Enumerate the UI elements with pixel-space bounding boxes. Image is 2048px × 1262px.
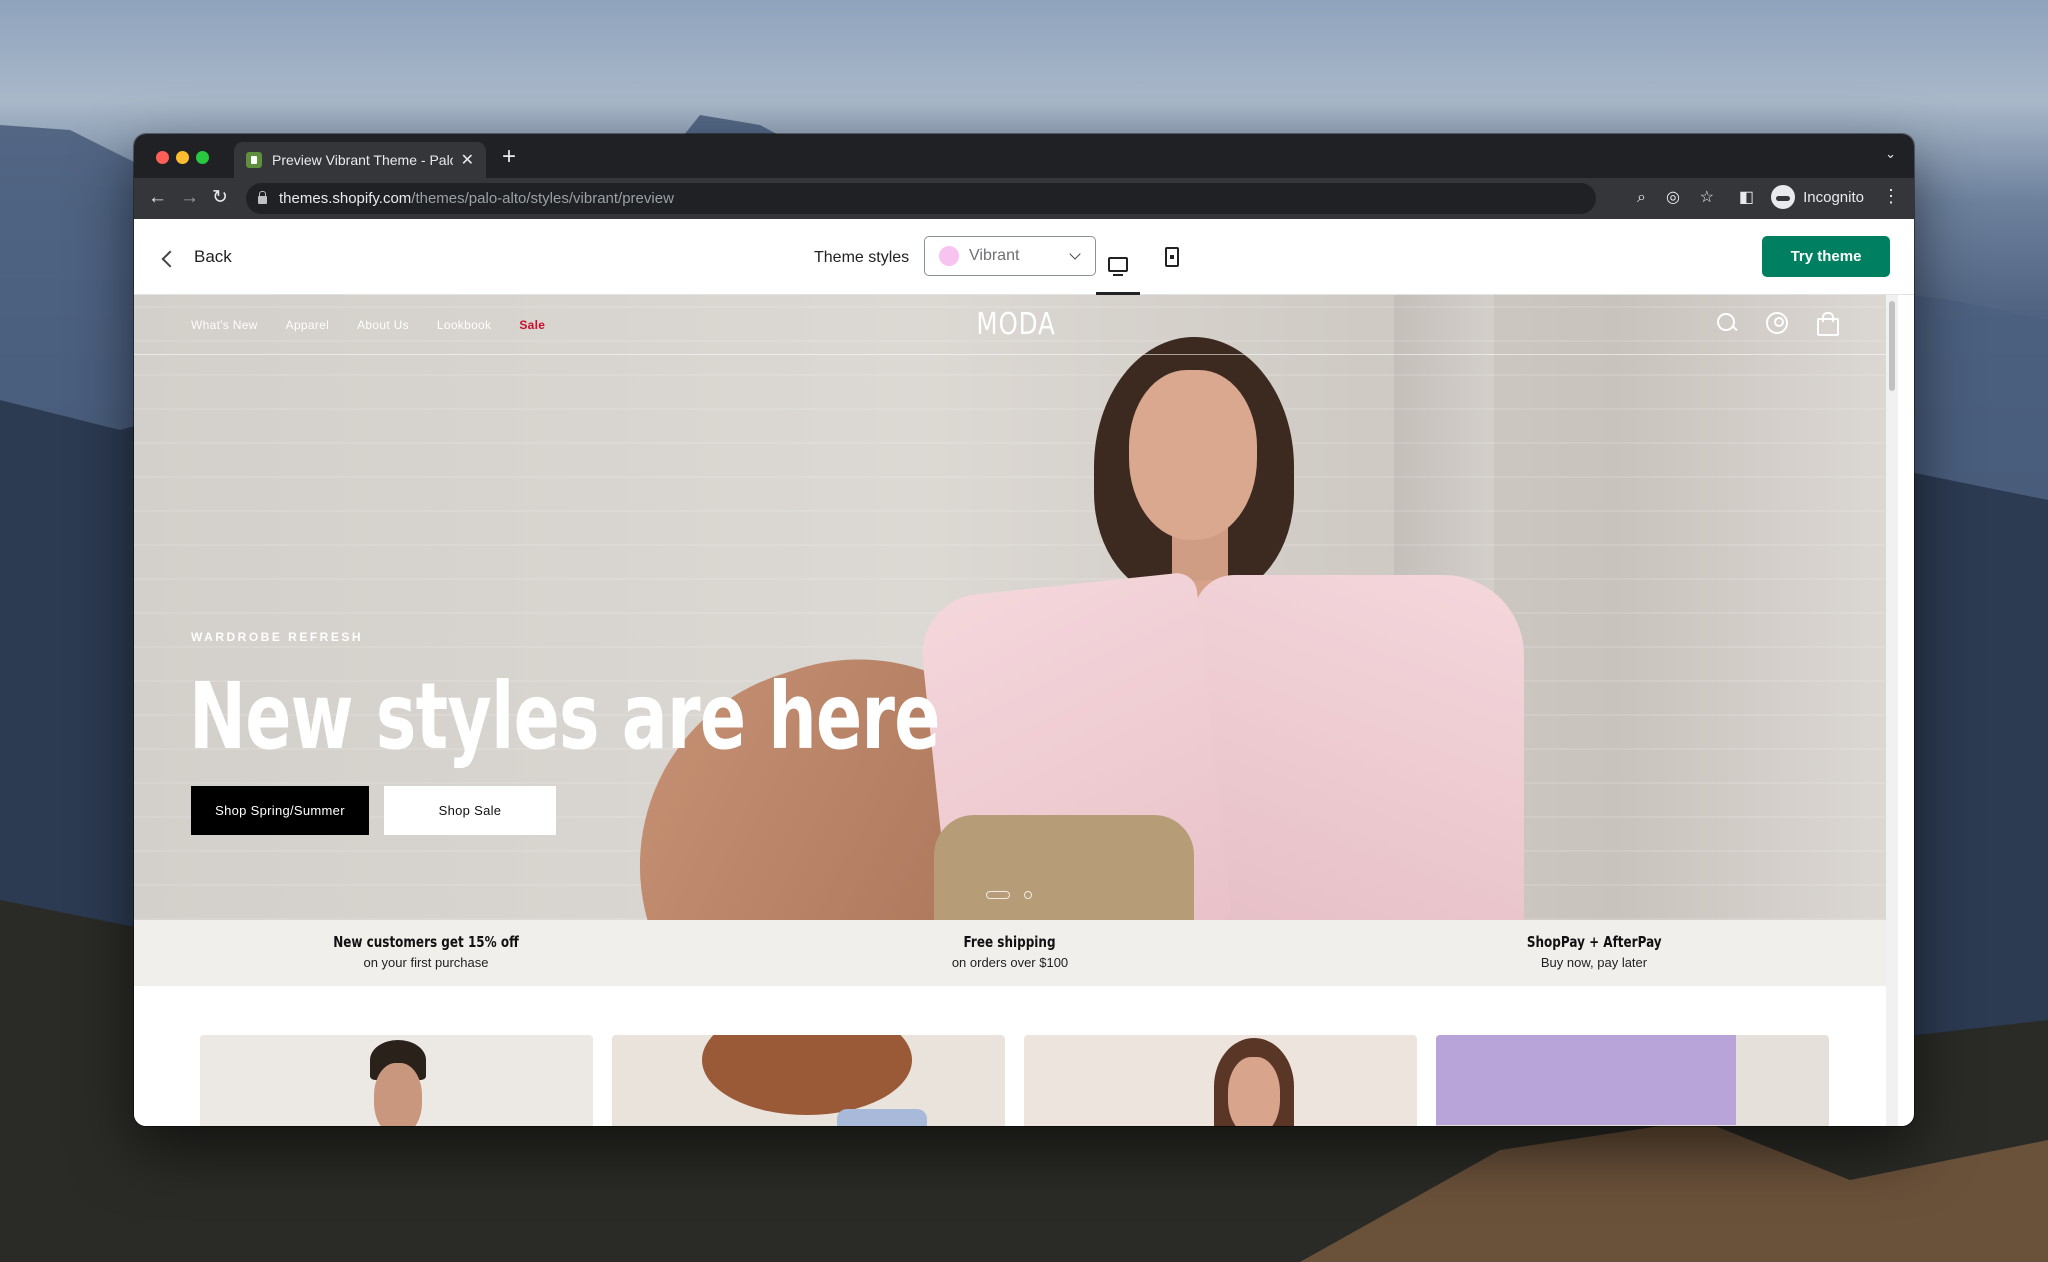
product-grid [200, 1035, 1829, 1126]
forward-arrow-icon[interactable]: → [180, 186, 199, 210]
promo-item: ShopPay + AfterPay Buy now, pay later [1302, 920, 1886, 986]
product-image-face [1228, 1057, 1280, 1126]
mobile-view-button[interactable] [1150, 237, 1194, 277]
minimize-window-button[interactable] [176, 151, 189, 164]
product-image-top [837, 1109, 927, 1126]
nav-link-apparel[interactable]: Apparel [286, 318, 329, 332]
back-arrow-icon[interactable]: ← [148, 186, 167, 210]
hero-model-face [1129, 370, 1257, 540]
account-icon[interactable] [1766, 312, 1788, 334]
desktop-view-button[interactable] [1096, 237, 1140, 295]
tab-search-chevron-icon[interactable]: ⌄ [1885, 146, 1896, 162]
try-theme-button[interactable]: Try theme [1762, 236, 1890, 277]
bookmark-star-icon[interactable]: ☆ [1700, 186, 1714, 210]
product-card[interactable] [200, 1035, 593, 1126]
product-image-hair [702, 1035, 912, 1115]
back-button[interactable]: Back [161, 247, 232, 268]
hero-model-cardigan-right [1194, 575, 1524, 920]
mobile-icon [1165, 247, 1179, 267]
promo-title: New customers get 15% off [333, 933, 519, 951]
nav-link-lookbook[interactable]: Lookbook [437, 318, 491, 332]
url-text: themes.shopify.com/themes/palo-alto/styl… [279, 190, 674, 207]
nav-link-about-us[interactable]: About Us [357, 318, 409, 332]
store-logo[interactable]: MODA [976, 307, 1055, 342]
theme-style-select[interactable]: Vibrant [924, 236, 1096, 276]
nav-link-whats-new[interactable]: What's New [191, 318, 258, 332]
shop-spring-summer-button[interactable]: Shop Spring/Summer [191, 786, 369, 835]
tracking-blocked-eye-icon[interactable]: ◎ [1666, 186, 1680, 210]
zoom-icon[interactable]: ⌕ [1637, 186, 1646, 210]
promo-title: ShopPay + AfterPay [1526, 933, 1662, 951]
address-bar[interactable]: themes.shopify.com/themes/palo-alto/styl… [246, 183, 1596, 214]
product-card[interactable] [612, 1035, 1005, 1126]
side-panel-icon[interactable]: ◧ [1739, 186, 1754, 210]
selected-style-value: Vibrant [969, 247, 1020, 264]
lock-icon [258, 191, 267, 204]
incognito-icon [1771, 185, 1796, 209]
close-window-button[interactable] [156, 151, 169, 164]
store-nav-links: What's New Apparel About Us Lookbook Sal… [191, 318, 545, 332]
slide-dot-1[interactable] [986, 891, 1010, 899]
chevron-left-icon [161, 250, 179, 268]
nav-link-sale[interactable]: Sale [519, 318, 545, 332]
promo-subtitle: on orders over $100 [951, 955, 1069, 970]
product-card[interactable] [1436, 1035, 1829, 1126]
promo-title: Free shipping [963, 933, 1057, 951]
hero-slideshow: What's New Apparel About Us Lookbook Sal… [134, 295, 1898, 920]
slide-dots [986, 891, 1032, 899]
profile-button[interactable]: Incognito [1771, 185, 1864, 209]
chevron-down-icon [1069, 248, 1081, 260]
reload-icon[interactable]: ↻ [212, 186, 228, 210]
new-tab-button[interactable]: + [502, 143, 516, 171]
product-card[interactable] [1024, 1035, 1417, 1126]
slide-dot-2[interactable] [1024, 891, 1032, 899]
style-color-swatch [939, 246, 959, 266]
profile-label: Incognito [1803, 188, 1864, 206]
shopify-favicon-icon [246, 152, 262, 168]
product-image-garment [1436, 1035, 1736, 1125]
theme-styles-label: Theme styles [814, 249, 910, 266]
hero-eyebrow: WARDROBE REFRESH [191, 630, 364, 644]
cart-icon[interactable] [1816, 312, 1839, 336]
store-preview: What's New Apparel About Us Lookbook Sal… [134, 295, 1898, 1126]
hero-model-shorts [934, 815, 1194, 920]
browser-window: Preview Vibrant Theme - Palo Alto ✕ + ⌄ … [134, 134, 1914, 1126]
desktop-icon [1108, 257, 1128, 276]
theme-preview-bar: Back Theme styles Vibrant Try theme [134, 219, 1914, 295]
promo-subtitle: Buy now, pay later [1540, 955, 1648, 970]
promo-item: Free shipping on orders over $100 [718, 920, 1302, 986]
search-icon[interactable] [1716, 312, 1738, 334]
tab-strip: Preview Vibrant Theme - Palo Alto ✕ + ⌄ [134, 134, 1914, 178]
store-header-icons [1716, 312, 1839, 336]
active-tab[interactable]: Preview Vibrant Theme - Palo Alto ✕ [234, 142, 486, 178]
zoom-window-button[interactable] [196, 151, 209, 164]
close-tab-icon[interactable]: ✕ [461, 150, 474, 170]
browser-toolbar: ← → ↻ themes.shopify.com/themes/palo-alt… [134, 178, 1914, 219]
scrollbar-thumb[interactable] [1889, 301, 1895, 391]
tab-title: Preview Vibrant Theme - Palo Alto [272, 152, 453, 168]
browser-menu-icon[interactable]: ⋮ [1882, 186, 1900, 207]
promo-item: New customers get 15% off on your first … [134, 920, 718, 986]
promo-subtitle: on your first purchase [363, 955, 489, 970]
promo-bar: New customers get 15% off on your first … [134, 920, 1886, 986]
back-label: Back [194, 247, 232, 266]
shop-sale-button[interactable]: Shop Sale [384, 786, 556, 835]
preview-scrollbar[interactable] [1886, 295, 1898, 1126]
hero-headline: New styles are here [189, 663, 940, 770]
store-header: What's New Apparel About Us Lookbook Sal… [134, 295, 1898, 355]
product-image-face [374, 1063, 422, 1126]
